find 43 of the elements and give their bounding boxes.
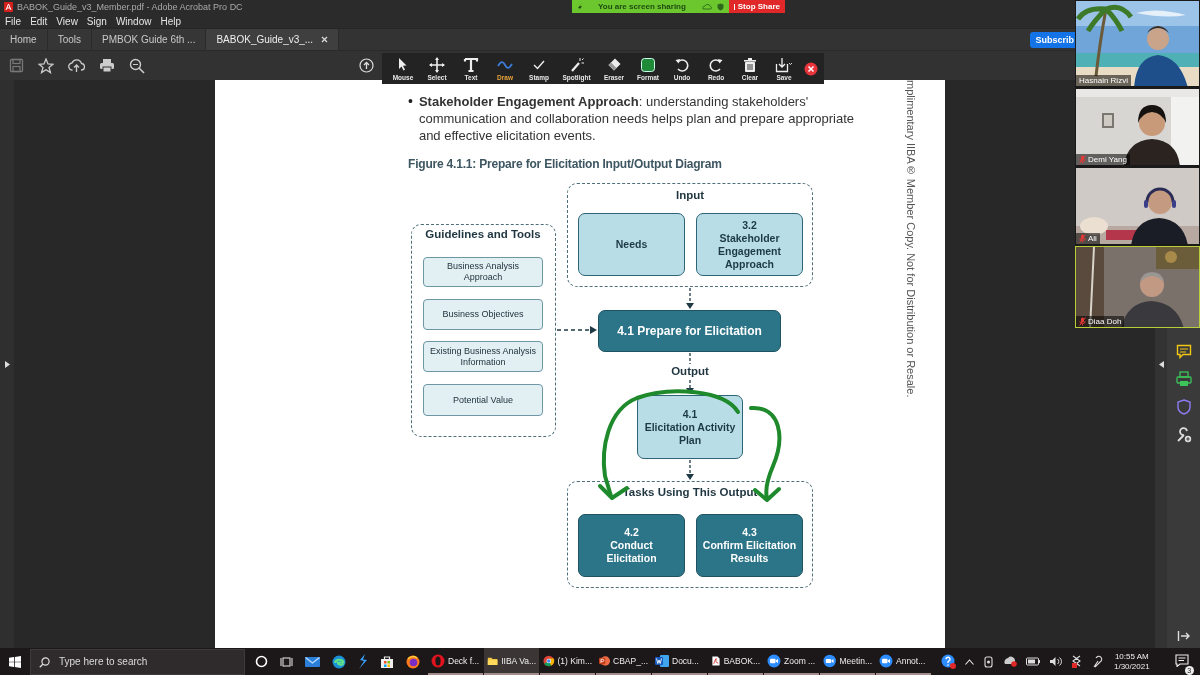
menu-item[interactable]: View [56, 15, 78, 27]
taskbar-app[interactable]: (1) Kim... [540, 648, 595, 675]
menu-item[interactable]: Sign [86, 15, 107, 27]
window-title: BABOK_Guide_v3_Member.pdf - Adobe Acrobat Pro DC [17, 2, 243, 12]
group-label: Input [675, 189, 705, 201]
paragraph-text: Stakeholder Engagement Approach: understanding stakeholders' communication and collaboration needs helps plan and prepare appropriate and effective elicitation events. [418, 93, 855, 144]
participant-name: Hasnain Rizvi [1076, 75, 1131, 86]
search-field[interactable]: Type here to search [30, 648, 245, 675]
diagram-node: Needs [578, 213, 685, 276]
clock-time: 10:55 AM [1114, 651, 1149, 662]
taskbar-app[interactable]: Zoom ... [764, 648, 819, 675]
participant-name: Ali [1076, 233, 1100, 244]
participant-name: Diaa Doh [1076, 316, 1125, 327]
taskbar-app[interactable]: Docu... [652, 648, 707, 675]
group-label: Guidelines and Tools [425, 228, 541, 240]
guideline-item: Potential Value [423, 384, 543, 416]
stop-share-button[interactable]: Stop Share [729, 0, 785, 13]
participant-name: Demi Yang [1076, 154, 1130, 165]
taskbar-app[interactable]: Meetin... [820, 648, 875, 675]
tab[interactable]: BABOK_Guide_v3_... [206, 29, 340, 50]
guideline-item: Business Objectives [423, 299, 543, 330]
guideline-item: Existing Business Analysis Information [423, 341, 543, 372]
taskbar-app[interactable]: CBAP_... [596, 648, 651, 675]
menu-item[interactable]: Window [115, 15, 152, 27]
diagram-node: 3.2 Stakeholder Engagement Approach [696, 213, 803, 276]
guideline-item: Business Analysis Approach [423, 257, 543, 287]
diagram-node: 4.1 Elicitation Activity Plan [637, 395, 743, 459]
clock-date: 1/30/2021 [1114, 661, 1150, 672]
taskbar-app[interactable]: IIBA Va... [484, 648, 539, 675]
group-label: Output [671, 365, 709, 377]
menu-item[interactable]: Edit [30, 15, 48, 27]
taskbar-app[interactable]: Annot... [876, 648, 931, 675]
menu-item[interactable]: File [5, 15, 22, 27]
bullet-point: • [408, 93, 413, 111]
diagram-node: 4.1 Prepare for Elicitation [598, 310, 781, 352]
menu-item[interactable]: Help [160, 15, 182, 27]
diagram-node: 4.3 Confirm Elicitation Results [696, 514, 803, 577]
taskbar-app[interactable]: BABOK... [708, 648, 763, 675]
taskbar-app[interactable]: Deck f... [428, 648, 483, 675]
subscribe-button[interactable]: Subscrib [1030, 31, 1075, 48]
margin-note: mplimentary IIBA® Member Copy. Not for Distribution or Resale. [905, 80, 917, 398]
sharing-status: You are screen sharing [598, 2, 686, 11]
diagram-node: 4.2 Conduct Elicitation [578, 514, 685, 577]
